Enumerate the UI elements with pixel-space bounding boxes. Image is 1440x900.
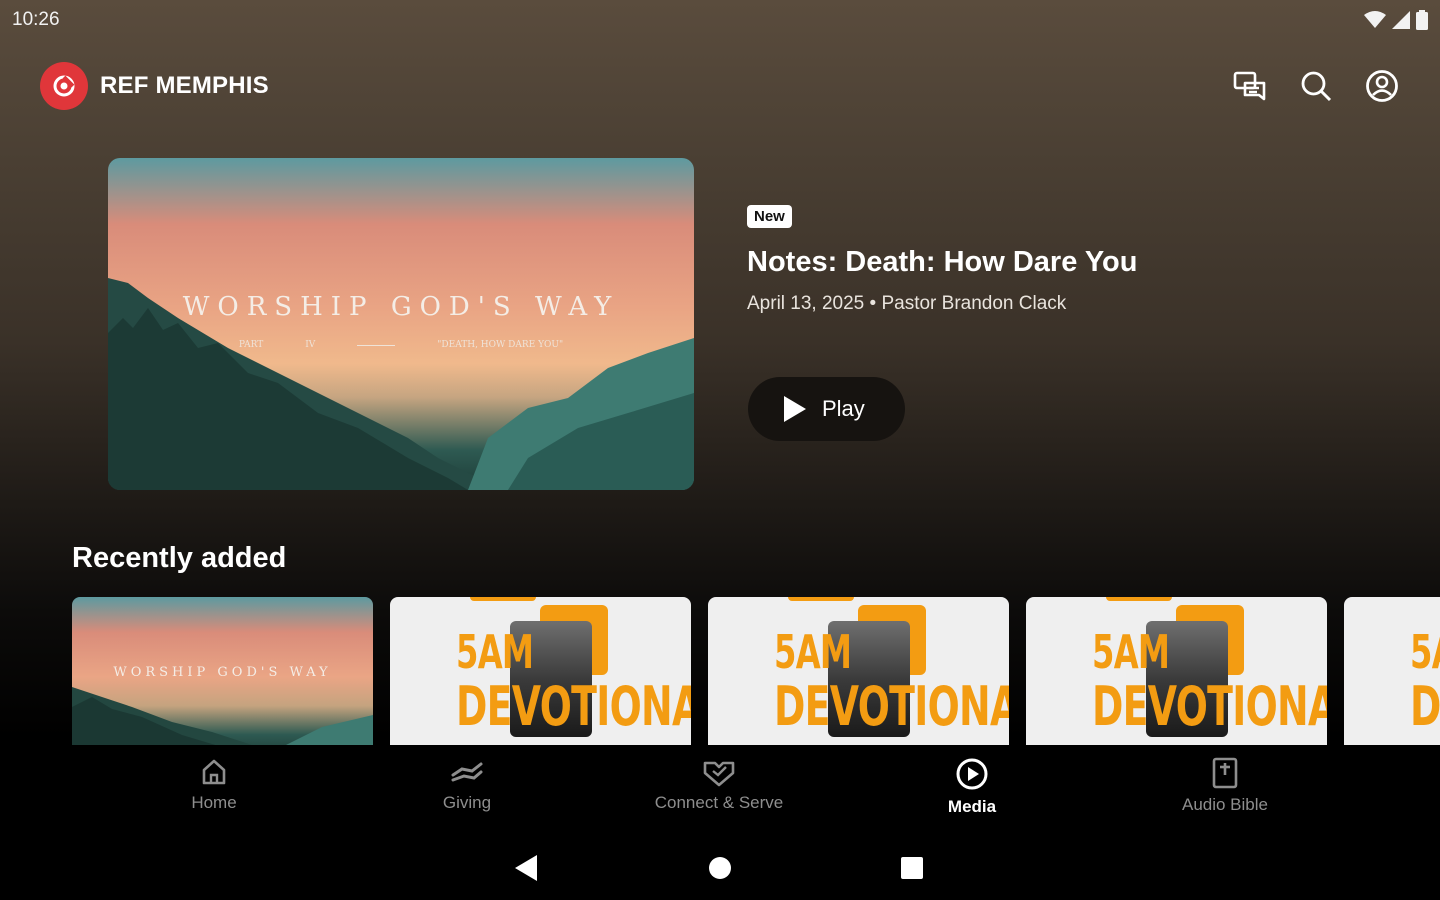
recently-added-rail[interactable]: WORSHIP GOD'S WAY 5AM DEVOTIONAL 5AM DEV… — [72, 597, 1440, 745]
artwork-divider — [357, 344, 396, 346]
hero-meta: April 13, 2025 • Pastor Brandon Clack — [747, 293, 1067, 314]
media-card[interactable]: WORSHIP GOD'S WAY — [72, 597, 373, 745]
devotional-accent-shape — [788, 597, 854, 601]
status-time: 10:26 — [12, 9, 60, 30]
system-home-button[interactable] — [705, 853, 735, 883]
devotional-line1: 5AM — [1092, 625, 1170, 679]
app-name: REF MEMPHIS — [100, 72, 269, 99]
giving-icon — [451, 762, 483, 782]
devotional-accent-shape — [470, 597, 536, 601]
system-back-button[interactable] — [512, 853, 542, 883]
account-icon — [1366, 70, 1398, 102]
card-artwork-title: WORSHIP GOD'S WAY — [113, 665, 332, 680]
recently-added-title: Recently added — [72, 542, 287, 574]
play-button[interactable]: Play — [748, 377, 905, 441]
devotional-line2: DE — [1410, 675, 1440, 738]
nav-label-giving: Giving — [442, 793, 492, 812]
system-nav-bar — [0, 835, 1440, 900]
media-card[interactable]: 5AM DEVOTIONAL — [708, 597, 1009, 745]
connect-serve-icon — [703, 761, 735, 787]
app-actions — [1232, 68, 1400, 104]
nav-item-home[interactable]: Home — [114, 757, 314, 813]
recents-square-icon — [901, 857, 923, 879]
devotional-line1: 5A — [1410, 625, 1440, 679]
hero-title: Notes: Death: How Dare You — [747, 246, 1138, 278]
artwork-title: WORSHIP GOD'S WAY — [182, 292, 620, 322]
church-logo-icon — [40, 62, 88, 110]
nav-item-audio-bible[interactable]: Audio Bible — [1125, 757, 1325, 815]
devotional-line2: DEVOTIONAL — [456, 675, 691, 738]
devotional-accent-shape — [1106, 597, 1172, 601]
nav-label-connect-serve: Connect & Serve — [654, 793, 784, 812]
audio-bible-icon — [1212, 757, 1238, 789]
search-button[interactable] — [1298, 68, 1334, 104]
bottom-nav: Home Giving Connect & Serve Media Audio … — [0, 745, 1440, 835]
devotional-line1: 5AM — [774, 625, 852, 679]
mountain-forest-image — [108, 278, 694, 490]
devotional-line2: DEVOTIONAL — [1092, 675, 1327, 738]
devotional-line2: DEVOTIONAL — [774, 675, 1009, 738]
play-icon — [784, 396, 806, 422]
chat-icon — [1233, 71, 1266, 101]
wifi-icon — [1364, 11, 1386, 28]
media-card[interactable]: 5AM DEVOTIONAL — [1026, 597, 1327, 745]
brand[interactable]: REF MEMPHIS — [40, 62, 269, 110]
play-label: Play — [822, 396, 865, 421]
artwork-caption: PART IV "DEATH, HOW DARE YOU" — [108, 340, 694, 350]
nav-label-audio-bible: Audio Bible — [1181, 795, 1268, 814]
status-bar: 10:26 — [0, 0, 1440, 40]
status-icons — [1364, 10, 1428, 30]
hero-info: New Notes: Death: How Dare You April 13,… — [747, 205, 1407, 315]
system-recents-button[interactable] — [897, 853, 927, 883]
artwork-part-number: IV — [305, 340, 316, 350]
devotional-line1: 5AM — [456, 625, 534, 679]
back-triangle-icon — [515, 855, 537, 881]
profile-button[interactable] — [1364, 68, 1400, 104]
nav-label-home: Home — [191, 793, 237, 812]
media-card[interactable]: 5AM DEVOTIONAL — [390, 597, 691, 745]
home-circle-icon — [709, 857, 731, 879]
nav-item-giving[interactable]: Giving — [367, 757, 567, 813]
search-icon — [1301, 71, 1332, 102]
nav-item-media[interactable]: Media — [872, 757, 1072, 817]
media-card[interactable]: 5A DE — [1344, 597, 1440, 745]
nav-label-media: Media — [947, 797, 997, 816]
battery-icon — [1416, 10, 1428, 30]
artwork-part-label: PART — [238, 340, 264, 350]
messages-button[interactable] — [1232, 68, 1268, 104]
app-bar: REF MEMPHIS — [0, 56, 1440, 116]
nav-item-connect-serve[interactable]: Connect & Serve — [619, 757, 819, 813]
hero-artwork[interactable]: WORSHIP GOD'S WAY PART IV "DEATH, HOW DA… — [108, 158, 694, 490]
new-badge: New — [747, 205, 792, 228]
media-icon — [956, 758, 988, 790]
artwork-subtitle: "DEATH, HOW DARE YOU" — [437, 340, 564, 350]
signal-icon — [1392, 11, 1410, 29]
home-icon — [202, 759, 226, 785]
